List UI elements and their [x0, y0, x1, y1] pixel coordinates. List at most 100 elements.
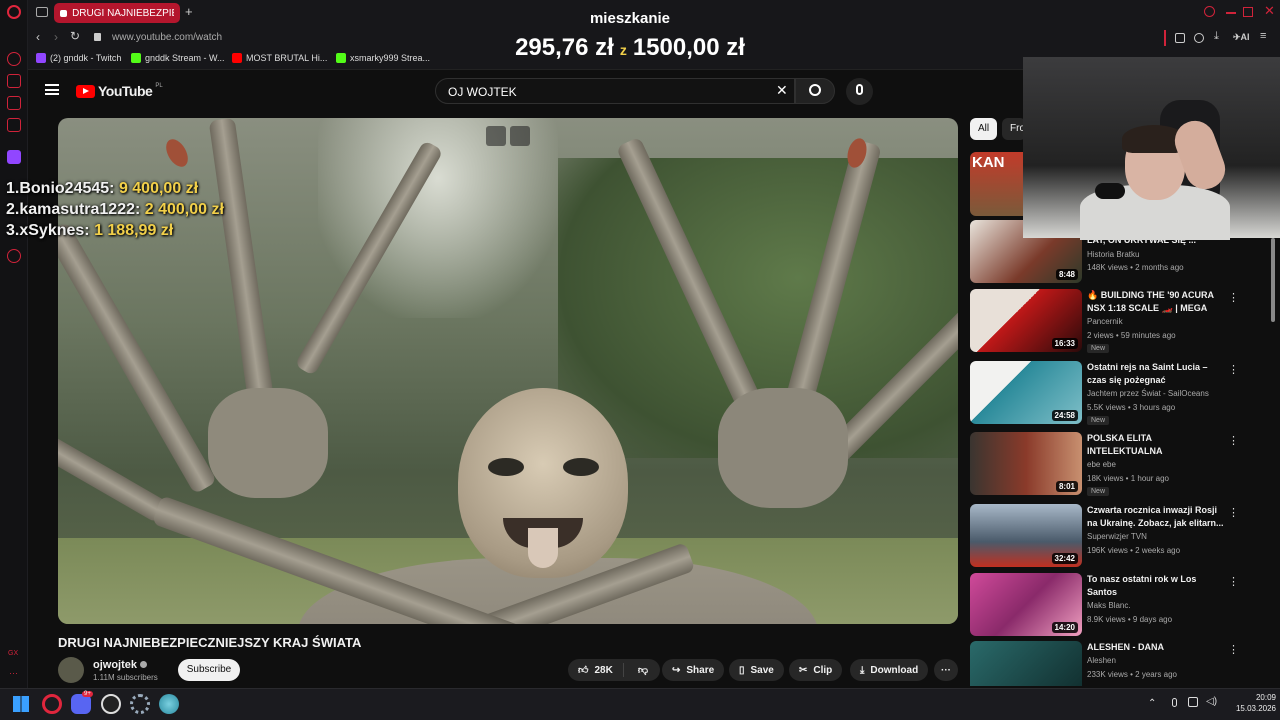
search-button[interactable] — [795, 78, 835, 104]
sidebar-news-icon[interactable] — [7, 118, 21, 132]
tray-network-icon[interactable] — [1188, 697, 1198, 707]
sidebar-bag-icon[interactable] — [7, 74, 21, 88]
tab-title: DRUGI NAJNIEBEZPIECZNI — [72, 7, 174, 19]
recommendation-item[interactable]: 16:33 🔥 BUILDING THE '90 ACURA NSX 1:18 … — [970, 289, 1270, 355]
system-clock[interactable]: 20:09 15.03.2026 — [1222, 692, 1276, 714]
aria-ai-button[interactable]: ✈AI — [1233, 32, 1250, 43]
settings-taskbar-icon[interactable] — [130, 694, 150, 714]
bookmark-item[interactable]: (2) gnddk - Twitch — [36, 53, 121, 63]
rec-thumbnail[interactable] — [970, 641, 1082, 686]
search-tabs-icon[interactable] — [1204, 6, 1215, 17]
miniplayer-icon[interactable] — [486, 126, 506, 146]
rec-thumbnail[interactable]: 8:01 — [970, 432, 1082, 495]
chip-all[interactable]: All — [970, 118, 998, 140]
download-label: Download — [870, 664, 919, 676]
bamboo-tip — [161, 135, 193, 171]
extensions-icon[interactable] — [1175, 33, 1185, 43]
kick-icon — [336, 53, 346, 63]
close-window-icon[interactable]: ✕ — [1264, 3, 1275, 19]
sidebar-settings-icon[interactable] — [7, 249, 21, 263]
windows-start-icon[interactable] — [13, 696, 29, 712]
thumbs-up-icon: 👍︎ — [578, 665, 589, 676]
sidebar-more-icon[interactable]: ··· — [9, 668, 18, 678]
more-options-icon[interactable]: ⋮ — [1228, 363, 1239, 376]
save-button[interactable]: ▯ Save — [729, 659, 784, 681]
rec-title: Ostatni rejs na Saint Lucia – czas się p… — [1087, 362, 1208, 385]
more-actions-button[interactable]: ··· — [934, 659, 958, 681]
rec-thumbnail[interactable]: 14:20 — [970, 573, 1082, 636]
reload-icon[interactable]: ↻ — [70, 29, 80, 43]
minimize-icon[interactable] — [1226, 12, 1236, 14]
right-hand — [718, 388, 848, 508]
recommendation-item[interactable]: 32:42 Czwarta rocznica inwazji Rosji na … — [970, 504, 1270, 570]
more-options-icon[interactable]: ⋮ — [1228, 434, 1239, 447]
twitch-icon — [36, 53, 46, 63]
globe-taskbar-icon[interactable] — [159, 694, 179, 714]
download-button[interactable]: ⤓ Download — [850, 659, 929, 681]
forward-icon[interactable]: › — [54, 30, 58, 44]
obs-taskbar-icon[interactable] — [101, 694, 121, 714]
sidebar-messenger-icon[interactable] — [7, 96, 21, 110]
hamburger-menu-icon[interactable] — [45, 84, 59, 95]
channel-name-text: ojwojtek — [93, 659, 138, 671]
back-icon[interactable]: ‹ — [36, 30, 40, 44]
menu-icon[interactable]: ≡ — [1260, 30, 1266, 42]
youtube-logo[interactable]: YouTube PL — [76, 83, 163, 99]
search-icon — [809, 84, 821, 96]
dislike-button[interactable]: 👎︎ — [630, 664, 656, 676]
subscribe-button[interactable]: Subscribe — [178, 659, 240, 681]
search-input[interactable]: OJ WOJTEK — [435, 78, 795, 104]
recommendation-item[interactable]: 8:01 POLSKA ELITA INTELEKTUALNA ebe ebe … — [970, 432, 1270, 498]
sidebar-scrollbar[interactable] — [1271, 238, 1275, 322]
more-options-icon[interactable]: ⋮ — [1228, 291, 1239, 304]
rec-thumbnail[interactable]: 32:42 — [970, 504, 1082, 567]
snapshot-icon[interactable] — [1194, 33, 1204, 43]
bookmark-item[interactable]: xsmarky999 Strea... — [336, 53, 430, 63]
bookmark-icon: ▯ — [739, 664, 745, 676]
rec-thumbnail[interactable]: 24:58 — [970, 361, 1082, 424]
save-label: Save — [750, 664, 774, 676]
sidebar-twitch-icon[interactable] — [7, 150, 21, 164]
tray-volume-icon[interactable]: ◁) — [1206, 696, 1217, 707]
recommendation-item[interactable]: 24:58 Ostatni rejs na Saint Lucia – czas… — [970, 361, 1270, 427]
download-icon[interactable]: ⤓ — [1214, 30, 1219, 43]
opera-taskbar-icon[interactable] — [42, 694, 62, 714]
more-options-icon[interactable]: ⋮ — [1228, 506, 1239, 519]
tab-active[interactable]: DRUGI NAJNIEBEZPIECZNI — [54, 3, 180, 23]
rec-meta: 5.5K views • 3 hours ago — [1087, 403, 1176, 412]
channel-name[interactable]: ojwojtek — [93, 659, 148, 671]
opera-logo-icon[interactable] — [7, 5, 21, 19]
duration-badge: 8:01 — [1055, 481, 1078, 492]
voice-search-button[interactable] — [846, 78, 873, 105]
channel-avatar[interactable] — [58, 657, 84, 683]
recommendation-item[interactable]: 14:20 To nasz ostatni rok w Los Santos M… — [970, 573, 1270, 639]
next-video-icon[interactable] — [510, 126, 530, 146]
webcam-microphone — [1095, 183, 1125, 199]
rec-thumb-partial[interactable]: KAN — [970, 152, 1024, 216]
bookmark-item[interactable]: MOST BRUTAL Hi... — [232, 53, 327, 63]
like-button[interactable]: 👍︎ 28K — [568, 663, 624, 677]
rec-thumbnail[interactable]: 16:33 — [970, 289, 1082, 352]
url-field[interactable]: www.youtube.com/watch — [112, 32, 222, 43]
donor-name: Bonio24545: — [19, 180, 115, 197]
sidebar-aria-icon[interactable] — [7, 52, 21, 66]
rec-channel: Superwizjer TVN — [1087, 532, 1147, 541]
recommendation-item[interactable]: ALESHEN - DANA Aleshen 233K views • 2 ye… — [970, 641, 1270, 686]
donor-amount: 9 400,00 zł — [118, 180, 199, 197]
maximize-icon[interactable] — [1243, 7, 1253, 17]
bookmark-item[interactable]: gnddk Stream - W... — [131, 53, 225, 63]
share-button[interactable]: ↪ Share — [662, 659, 725, 681]
rec-channel: Jachtem przez Świat - SailOceans — [1087, 389, 1209, 398]
more-options-icon[interactable]: ⋮ — [1228, 643, 1239, 656]
download-arrow-icon: ⤓ — [860, 664, 865, 676]
tab-islands-icon[interactable] — [36, 7, 48, 17]
tray-chevron-icon[interactable]: ⌃ — [1148, 698, 1156, 709]
discord-taskbar-icon[interactable] — [71, 694, 91, 714]
more-options-icon[interactable]: ⋮ — [1228, 575, 1239, 588]
new-badge: New — [1087, 416, 1110, 425]
new-tab-icon[interactable]: + — [185, 4, 193, 19]
clear-search-icon[interactable]: ✕ — [776, 82, 788, 99]
sidebar-gx-icon[interactable]: GX — [8, 650, 18, 657]
tray-mic-icon[interactable] — [1172, 698, 1177, 707]
clip-button[interactable]: ✂ Clip — [789, 659, 843, 681]
